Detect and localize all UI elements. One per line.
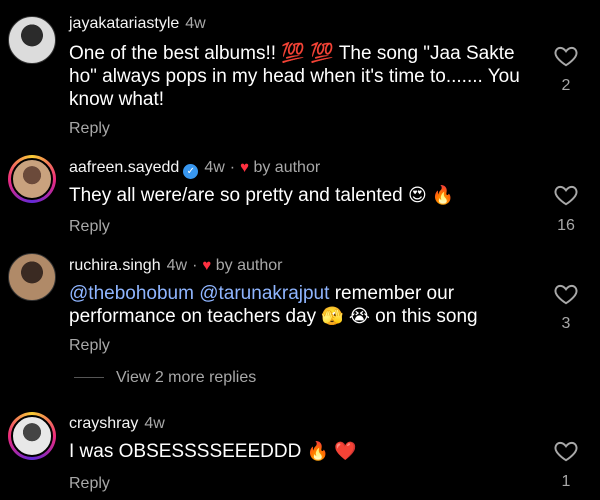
comment-username[interactable]: aafreen.sayedd xyxy=(69,159,179,176)
reply-button[interactable]: Reply xyxy=(69,475,110,493)
comment-meta: aafreen.sayedd ✓ 4w · ♥ by author xyxy=(69,159,321,179)
heart-outline-icon[interactable] xyxy=(553,43,579,69)
comment-meta: crayshray 4w xyxy=(69,414,165,434)
comment-username[interactable]: crayshray xyxy=(69,415,138,432)
comment-username[interactable]: jayakatariastyle xyxy=(69,15,179,32)
reply-button[interactable]: Reply xyxy=(69,218,110,236)
avatar[interactable] xyxy=(8,253,56,301)
like-count: 16 xyxy=(557,217,575,234)
comment-time: 4w xyxy=(166,257,188,274)
comment-time: 4w xyxy=(185,15,206,32)
comment-username[interactable]: ruchira.singh xyxy=(69,257,161,274)
heart-filled-icon: ♥ xyxy=(240,159,249,176)
view-more-replies-label: View 2 more replies xyxy=(116,369,257,386)
comment-emojis: 🔥 ❤️ xyxy=(306,441,357,461)
mention-link[interactable]: @thebohobum xyxy=(69,283,194,304)
comment-meta: ruchira.singh 4w · ♥ by author xyxy=(69,257,283,274)
comment-text-body: I was OBSESSSSEEEDDD xyxy=(69,441,307,462)
comment-text-body: They all were/are so pretty and talented xyxy=(69,185,409,206)
view-more-replies-button[interactable]: View 2 more replies xyxy=(74,369,256,391)
by-author-label: by author xyxy=(215,257,283,274)
heart-outline-icon[interactable] xyxy=(553,438,579,464)
comment-emojis: 😍 🔥 xyxy=(408,185,455,205)
comment-text: One of the best albums!! 💯 💯 The song "J… xyxy=(69,43,520,110)
avatar[interactable] xyxy=(8,16,56,64)
comment-emojis: 🫣 😭 xyxy=(321,306,370,326)
by-author-label: by author xyxy=(253,159,321,176)
avatar[interactable] xyxy=(8,155,56,203)
reply-button[interactable]: Reply xyxy=(69,120,110,138)
divider xyxy=(74,377,104,379)
verified-badge-icon: ✓ xyxy=(183,164,199,179)
comment-text: They all were/are so pretty and talented… xyxy=(69,184,539,207)
avatar[interactable] xyxy=(8,412,56,460)
comment-text: I was OBSESSSSEEEDDD 🔥 ❤️ xyxy=(69,440,539,463)
comment-text-tail: on this song xyxy=(369,306,478,327)
comment-time: 4w xyxy=(204,159,225,176)
comment-meta: jayakatariastyle 4w xyxy=(69,14,206,34)
like-count: 3 xyxy=(561,315,571,332)
heart-filled-icon: ♥ xyxy=(202,257,212,274)
like-count: 1 xyxy=(561,473,571,490)
heart-outline-icon[interactable] xyxy=(553,281,579,307)
mention-link[interactable]: @tarunakrajput xyxy=(199,283,329,304)
comment-time: 4w xyxy=(144,415,165,432)
heart-outline-icon[interactable] xyxy=(553,182,579,208)
like-count: 2 xyxy=(561,77,571,94)
reply-button[interactable]: Reply xyxy=(69,337,110,355)
comment-text: @thebohobum @tarunakrajput remember our … xyxy=(69,282,539,328)
